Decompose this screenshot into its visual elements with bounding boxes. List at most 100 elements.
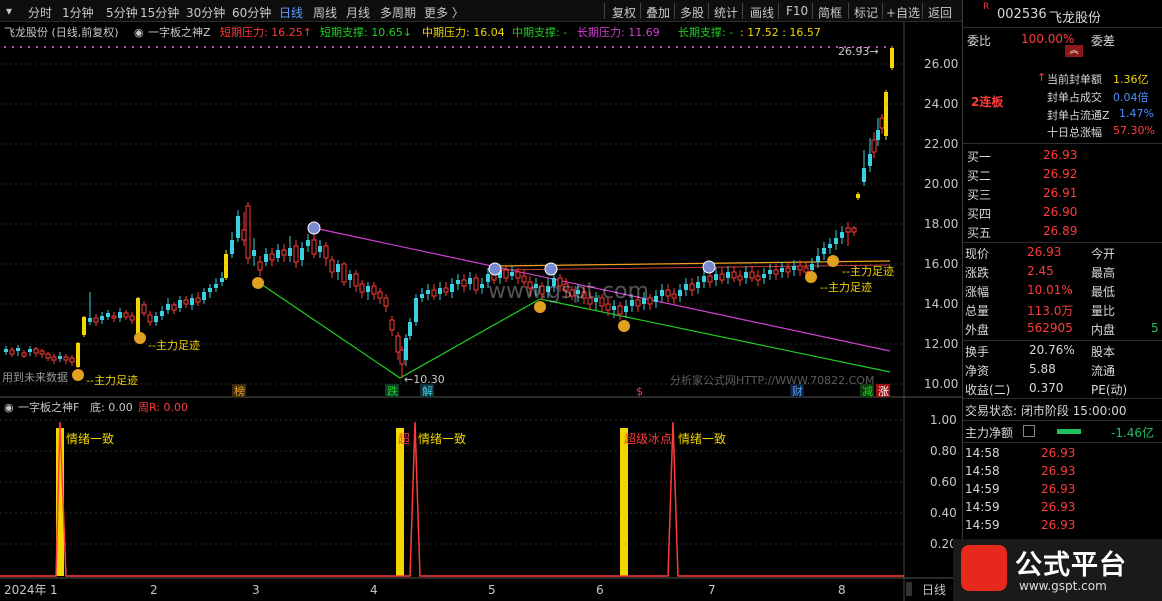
scrollbar-handle[interactable] [906,582,912,596]
candle-body [329,259,335,273]
f10-button[interactable]: F10 [786,4,808,18]
candle-body [136,298,140,335]
stat-label: 收益(二) [965,383,1011,397]
x-axis-period: 日线 [922,583,946,597]
sub-tick: 1.00 [930,413,957,427]
stat-value: 0.370 [1029,381,1064,395]
list-icon[interactable] [1023,425,1035,437]
period-60min[interactable]: 60分钟 [232,4,271,21]
period-5min[interactable]: 5分钟 [106,4,138,21]
stat-label: 净资 [965,364,990,378]
period-daily[interactable]: 日线 [279,4,303,21]
candle-body [828,244,832,248]
draw-line-button[interactable]: 画线 [750,4,774,21]
time-tick: 5 [488,583,496,597]
buy-level-label: 买五 [967,226,992,240]
period-15min[interactable]: 15分钟 [140,4,179,21]
candle-body [377,291,383,299]
candle-body [862,168,866,182]
candle-body [100,316,104,320]
stat-label-2: 股本 [1091,345,1116,359]
sub-tick: 0.40 [930,506,957,520]
candle-body [671,293,677,299]
candle-body [731,271,737,279]
back-button[interactable]: 返回 [928,4,952,21]
period-1min[interactable]: 1分钟 [62,4,94,21]
period-chevron-icon[interactable]: ▾ [6,4,12,18]
candle-body [389,319,395,331]
candle-body [834,238,838,244]
ice-label: 超级冰点 [624,431,672,446]
stat-value: 562905 [1027,321,1073,335]
mark-button[interactable]: 标记 [854,4,878,21]
kline-chart[interactable]: 飞龙股份 (日线,前复权) ◉ 一字板之神Z 短期压力: 16.25↑ 短期支撑… [0,22,962,601]
period-multi[interactable]: 多周期 [380,4,416,21]
net-flow-label: 主力净额 [965,426,1014,440]
candle-body [45,353,51,359]
candle-body [510,272,514,276]
toolbar-divider [778,3,779,19]
tick-time: 14:59 [965,482,1000,496]
candle-body [293,245,299,263]
stat-label: 外盘 [965,323,990,337]
buy-level-label: 买二 [967,169,992,183]
time-tick: 2024年 [4,583,47,597]
toolbar-divider [922,3,923,19]
price-tick: 18.00 [924,217,958,231]
candle-body [230,240,234,254]
candle-body [785,267,791,273]
candle-body [220,278,224,282]
candle-body [426,290,430,294]
candle-body [160,311,164,316]
period-fenshi[interactable]: 分时 [28,4,52,21]
candle-body [93,317,99,323]
candle-body [473,277,479,291]
candle-body [744,272,748,278]
statistics-button[interactable]: 统计 [714,4,738,21]
overlay-button[interactable]: 叠加 [646,4,670,21]
period-more[interactable]: 更多 〉 [424,4,464,21]
candle-body [689,283,695,291]
sub-week: 周R: 0.00 [138,401,188,414]
toolbar-divider [604,3,605,19]
simple-frame-button[interactable]: 简框 [818,4,842,21]
candle-body [851,227,857,233]
candle-body [300,248,304,260]
face-icon [307,221,321,235]
tick-time: 14:58 [965,446,1000,460]
candle-body [118,312,122,318]
candle-body [269,253,275,261]
sub-indicator: 一字板之神F [18,400,79,414]
sub-collapse-icon[interactable]: ◉ [4,401,14,414]
candle-body [737,275,743,281]
period-30min[interactable]: 30分钟 [186,4,225,21]
add-watchlist-button[interactable]: +自选 [886,4,920,21]
restore-right-button[interactable]: 复权 [612,4,636,21]
legend-mid-support: 中期支撑: - [512,25,567,39]
event-marker-jian: 减 [862,385,873,398]
period-weekly[interactable]: 周线 [313,4,337,21]
candle-body [281,249,287,256]
period-monthly[interactable]: 月线 [346,4,370,21]
legend-collapse-icon[interactable]: ◉ [134,26,144,39]
candle-body [810,264,814,270]
candle-body [768,270,772,274]
candle-body [245,205,251,259]
money-bag-icon [827,255,839,267]
multi-stock-button[interactable]: 多股 [680,4,704,21]
money-bag-icon [72,369,84,381]
brand-url: www.gspt.com [1019,579,1107,593]
candle-body [123,312,129,318]
svg-text:--主力足迹: --主力足迹 [86,374,138,387]
candle-body [21,352,27,357]
period-toolbar: ▾ 分时 1分钟 5分钟 15分钟 30分钟 60分钟 日线 周线 月线 多周期… [0,0,962,22]
candle-body [660,290,664,296]
stat-label-2: 最高 [1091,266,1116,280]
expand-chevron-icon[interactable]: ︽ [1065,45,1083,57]
sub-tick: 0.80 [930,444,957,458]
candle-body [276,250,280,258]
tick-time: 14:58 [965,464,1000,478]
sub-legend: ◉ 一字板之神F 底: 0.00 周R: 0.00 [4,400,188,414]
buy-level-price: 26.89 [1043,224,1078,238]
candle-body [443,287,449,293]
